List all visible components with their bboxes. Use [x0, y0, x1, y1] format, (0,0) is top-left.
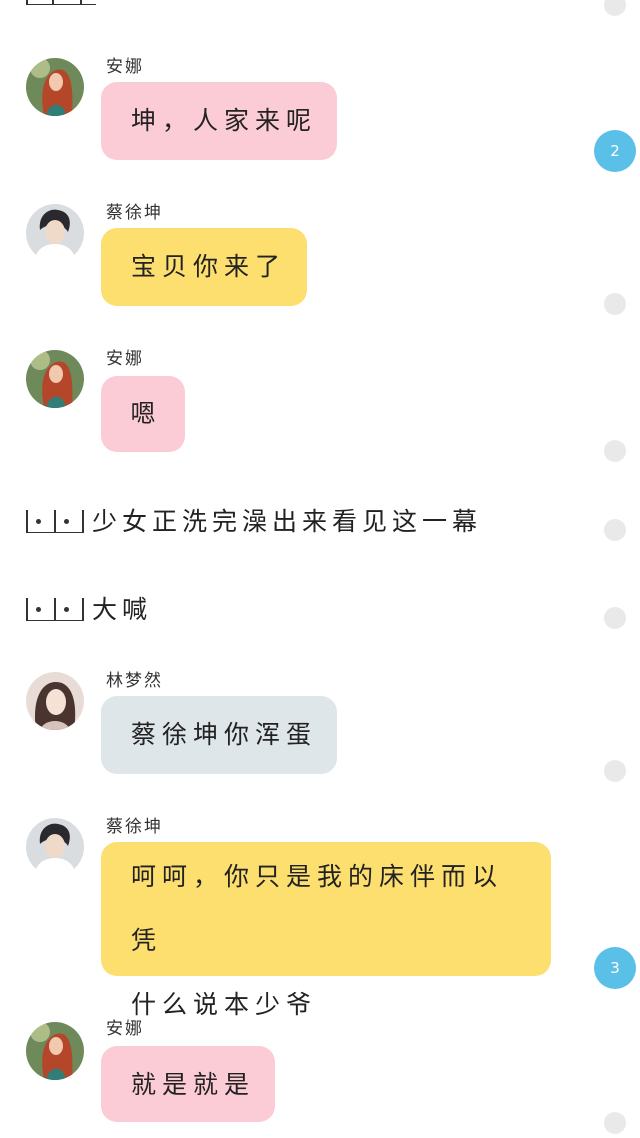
sender-name: 安娜 — [106, 1019, 144, 1039]
read-indicator-dot — [604, 519, 626, 541]
read-indicator-dot — [604, 293, 626, 315]
message-bubble[interactable]: 宝贝你来了 — [101, 228, 307, 306]
anna-avatar-icon[interactable] — [26, 58, 84, 116]
narration-mark-icon — [26, 504, 84, 533]
message-bubble[interactable]: 蔡徐坤你浑蛋 — [101, 696, 337, 774]
sender-name: 蔡徐坤 — [106, 203, 163, 223]
cai-avatar-icon[interactable] — [26, 818, 84, 876]
comment-count-badge[interactable]: 2 — [594, 130, 636, 172]
message-text-line: 什么说本少爷 — [131, 990, 318, 1019]
read-indicator-dot — [604, 0, 626, 16]
message-bubble[interactable]: 坤，人家来呢 — [101, 82, 337, 160]
anna-avatar-icon[interactable] — [26, 350, 84, 408]
message-bubble[interactable]: 嗯 — [101, 376, 185, 452]
sender-name: 安娜 — [106, 57, 144, 77]
anna-avatar-icon[interactable] — [26, 1022, 84, 1080]
comment-count-badge[interactable]: 3 — [594, 947, 636, 989]
narration-mark-icon — [26, 592, 84, 621]
sender-name: 安娜 — [106, 349, 144, 369]
sender-name: 蔡徐坤 — [106, 817, 163, 837]
read-indicator-dot — [604, 607, 626, 629]
lin-avatar-icon[interactable] — [26, 672, 84, 730]
read-indicator-dot — [604, 760, 626, 782]
read-indicator-dot — [604, 440, 626, 462]
cai-avatar-icon[interactable] — [26, 204, 84, 262]
read-indicator-dot — [604, 1112, 626, 1134]
sender-name: 林梦然 — [106, 671, 163, 691]
cut-off-narration-fragment — [26, 0, 96, 5]
message-bubble[interactable]: 呵呵，你只是我的床伴而以凭 什么说本少爷 — [101, 842, 551, 1019]
message-text-line: 呵呵，你只是我的床伴而以凭 — [131, 862, 504, 955]
narration-text: 少女正洗完澡出来看见这一幕 — [92, 507, 483, 536]
narration-text: 大喊 — [92, 595, 153, 624]
message-bubble[interactable]: 就是就是 — [101, 1046, 275, 1122]
